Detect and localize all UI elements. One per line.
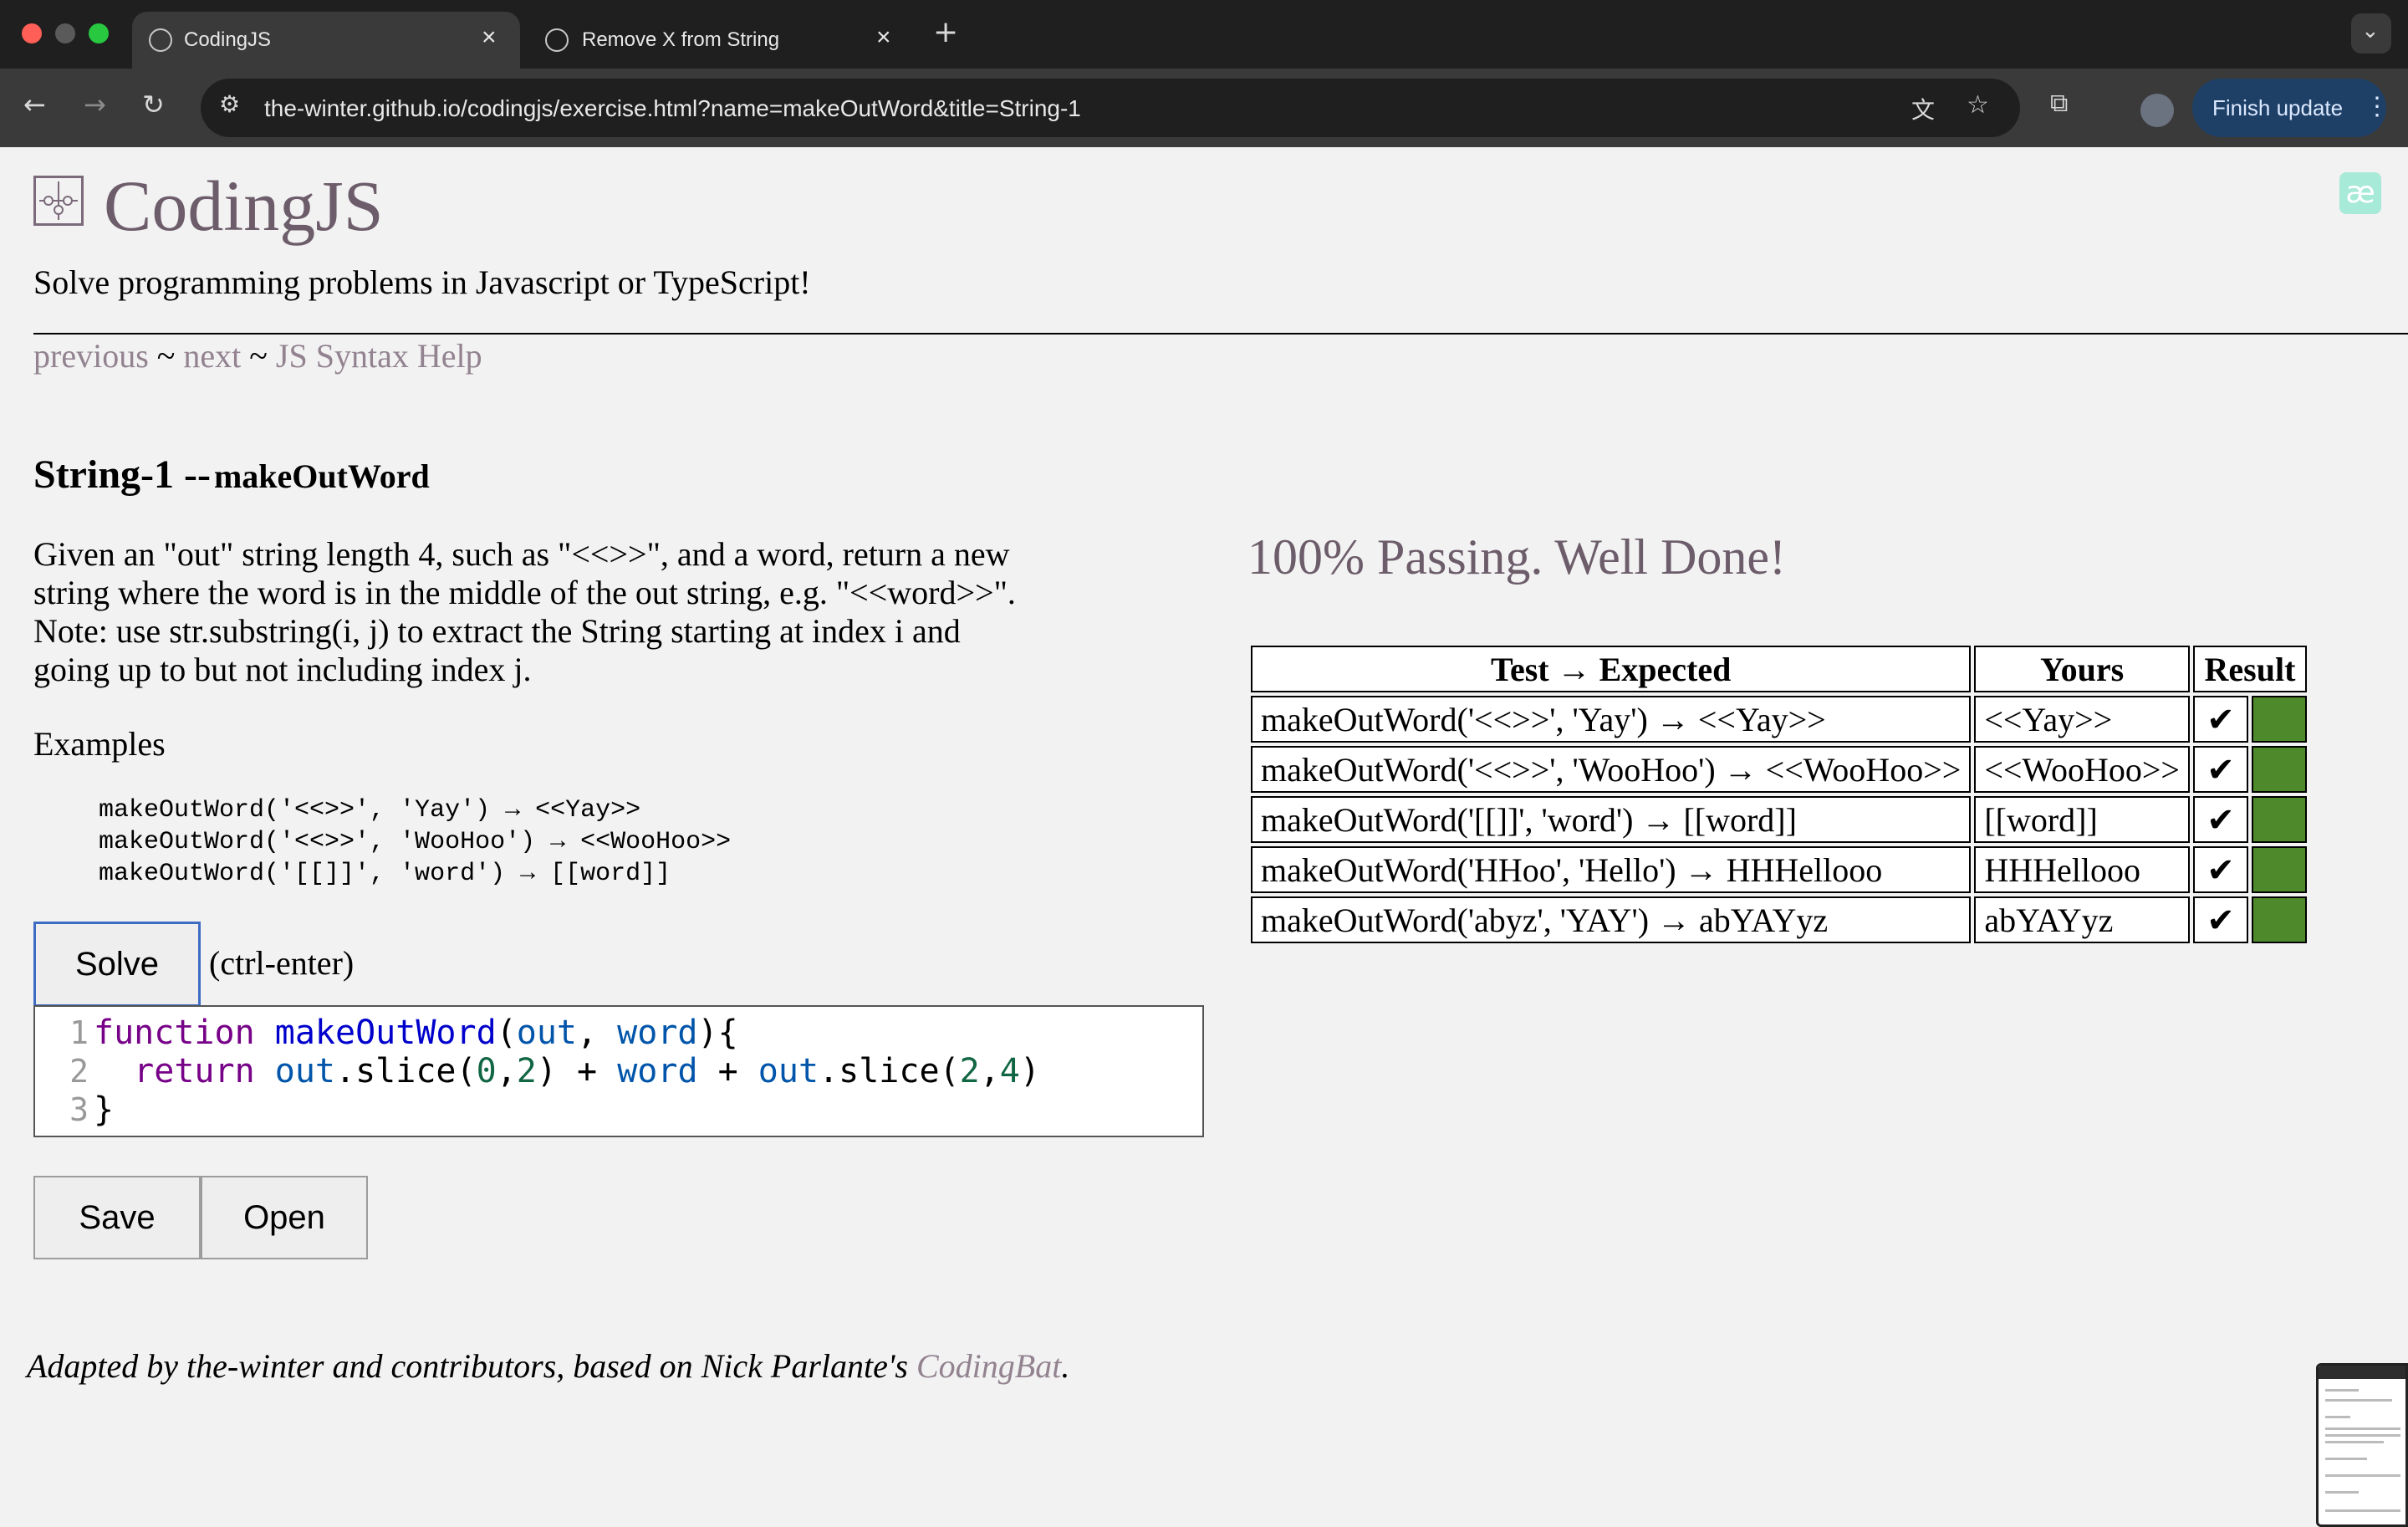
pass-indicator	[2251, 896, 2307, 943]
example-line: makeOutWord('<<>>', 'Yay') → <<Yay>>	[99, 796, 641, 825]
ae-logo-icon[interactable]: æ	[2339, 172, 2381, 214]
js-syntax-help-link[interactable]: JS Syntax Help	[276, 337, 482, 375]
check-icon: ✔	[2192, 896, 2248, 943]
problem-nav: previous ~ next ~ JS Syntax Help	[33, 336, 482, 375]
new-tab-icon[interactable]: +	[933, 15, 958, 49]
toolbar: ← → ↻ ⚙ the-winter.github.io/codingjs/ex…	[0, 69, 2408, 147]
address-bar[interactable]: ⚙ the-winter.github.io/codingjs/exercise…	[201, 79, 2020, 137]
example-line: makeOutWord('[[]]', 'word') → [[word]]	[99, 860, 671, 888]
table-row: makeOutWord('<<>>', 'Yay') → <<Yay>> <<Y…	[1251, 696, 2307, 743]
line-number: 2	[69, 1053, 89, 1090]
passing-status: 100% Passing. Well Done!	[1247, 529, 1787, 585]
browser-chrome: CodingJS × Remove X from String × + ⌄ ← …	[0, 0, 2408, 147]
yours-cell: <<Yay>>	[1974, 696, 2190, 743]
maximize-window-button[interactable]	[89, 23, 109, 43]
tab-codingjs[interactable]: CodingJS ×	[132, 12, 520, 69]
yours-cell: [[word]]	[1974, 796, 2190, 843]
pass-indicator	[2251, 746, 2307, 793]
problem-category: String-1 --	[33, 452, 211, 497]
profile-avatar[interactable]	[2140, 94, 2174, 127]
tab-remove-x[interactable]: Remove X from String ×	[528, 12, 908, 69]
check-icon: ✔	[2192, 746, 2248, 793]
finish-update-label: Finish update	[2212, 95, 2344, 120]
check-icon: ✔	[2192, 846, 2248, 893]
examples-heading: Examples	[33, 725, 166, 763]
more-menu-icon[interactable]: ⋮	[2365, 92, 2390, 121]
page-content: CodingJS æ Solve programming problems in…	[0, 147, 2408, 1527]
test-cell: makeOutWord('HHoo', 'Hello') → HHHellooo	[1251, 846, 1972, 893]
column-header: Result	[2192, 646, 2307, 692]
globe-icon	[149, 28, 172, 52]
extensions-icon[interactable]: ⧉	[2050, 89, 2068, 118]
tab-search-button[interactable]: ⌄	[2351, 13, 2391, 54]
line-number: 3	[69, 1091, 89, 1128]
table-header-row: Test → Expected Yours Result	[1251, 646, 2307, 692]
site-info-icon[interactable]: ⚙	[219, 90, 240, 118]
yours-cell: HHHellooo	[1974, 846, 2190, 893]
table-row: makeOutWord('HHoo', 'Hello') → HHHellooo…	[1251, 846, 2307, 893]
close-tab-icon[interactable]: ×	[482, 23, 497, 52]
site-tagline: Solve programming problems in Javascript…	[33, 263, 811, 301]
test-cell: makeOutWord('<<>>', 'WooHoo') → <<WooHoo…	[1251, 746, 1972, 793]
column-header: Test → Expected	[1251, 646, 1972, 692]
footer-end: .	[1061, 1347, 1070, 1385]
yours-cell: abYAYyz	[1974, 896, 2190, 943]
column-header: Yours	[1974, 646, 2190, 692]
close-window-button[interactable]	[22, 23, 42, 43]
url-text: the-winter.github.io/codingjs/exercise.h…	[264, 95, 1081, 121]
finish-update-button[interactable]: Finish update ⋮	[2192, 79, 2390, 137]
footer-text: Adapted by the-winter and contributors, …	[27, 1347, 916, 1385]
check-icon: ✔	[2192, 796, 2248, 843]
shortcut-hint: (ctrl-enter)	[209, 944, 355, 982]
chevron-down-icon: ⌄	[2361, 18, 2380, 43]
screenshot-thumbnail[interactable]	[2316, 1363, 2408, 1527]
reload-icon[interactable]: ↻	[142, 89, 165, 120]
problem-heading: String-1 -- makeOutWord	[33, 452, 430, 498]
example-line: makeOutWord('<<>>', 'WooHoo') → <<WooHoo…	[99, 828, 732, 856]
tab-title: Remove X from String	[582, 28, 780, 51]
minimize-window-button[interactable]	[55, 23, 75, 43]
bookmark-star-icon[interactable]: ☆	[1967, 90, 1989, 120]
solve-button[interactable]: Solve	[33, 922, 201, 1007]
yours-cell: <<WooHoo>>	[1974, 746, 2190, 793]
next-link[interactable]: next	[183, 337, 241, 375]
test-cell: makeOutWord('abyz', 'YAY') → abYAYyz	[1251, 896, 1972, 943]
divider	[33, 333, 2408, 335]
pass-indicator	[2251, 696, 2307, 743]
test-cell: makeOutWord('<<>>', 'Yay') → <<Yay>>	[1251, 696, 1972, 743]
examples-list: makeOutWord('<<>>', 'Yay') → <<Yay>> make…	[99, 794, 731, 890]
tab-title: CodingJS	[184, 28, 272, 51]
test-cell: makeOutWord('[[]]', 'word') → [[word]]	[1251, 796, 1972, 843]
nav-separator: ~	[148, 337, 184, 375]
footer-credit: Adapted by the-winter and contributors, …	[27, 1346, 1069, 1386]
save-button[interactable]: Save	[33, 1176, 201, 1259]
close-tab-icon[interactable]: ×	[876, 23, 891, 52]
pass-indicator	[2251, 796, 2307, 843]
translate-icon[interactable]: 文	[1911, 92, 1935, 125]
nav-separator: ~	[241, 337, 276, 375]
openai-icon	[545, 28, 569, 52]
previous-link[interactable]: previous	[33, 337, 149, 375]
line-numbers: 123	[35, 1014, 89, 1129]
results-table: Test → Expected Yours Result makeOutWord…	[1247, 642, 2310, 947]
problem-description: Given an "out" string length 4, such as …	[33, 535, 1016, 688]
code-editor[interactable]: 123 function makeOutWord(out, word){ ret…	[33, 1005, 1204, 1137]
pass-indicator	[2251, 846, 2307, 893]
open-button[interactable]: Open	[201, 1176, 368, 1259]
line-number: 1	[69, 1014, 89, 1051]
back-icon[interactable]: ←	[23, 89, 46, 120]
table-row: makeOutWord('abyz', 'YAY') → abYAYyz abY…	[1251, 896, 2307, 943]
forward-icon[interactable]: →	[84, 89, 106, 120]
site-title: CodingJS	[104, 166, 384, 246]
code-content[interactable]: function makeOutWord(out, word){ return …	[94, 1014, 1040, 1129]
problem-name: makeOutWord	[213, 457, 430, 495]
codingbat-link[interactable]: CodingBat	[916, 1347, 1061, 1385]
puzzle-logo-icon	[33, 176, 84, 226]
table-row: makeOutWord('<<>>', 'WooHoo') → <<WooHoo…	[1251, 746, 2307, 793]
check-icon: ✔	[2192, 696, 2248, 743]
table-row: makeOutWord('[[]]', 'word') → [[word]] […	[1251, 796, 2307, 843]
tab-bar: CodingJS × Remove X from String × + ⌄	[0, 0, 2408, 69]
